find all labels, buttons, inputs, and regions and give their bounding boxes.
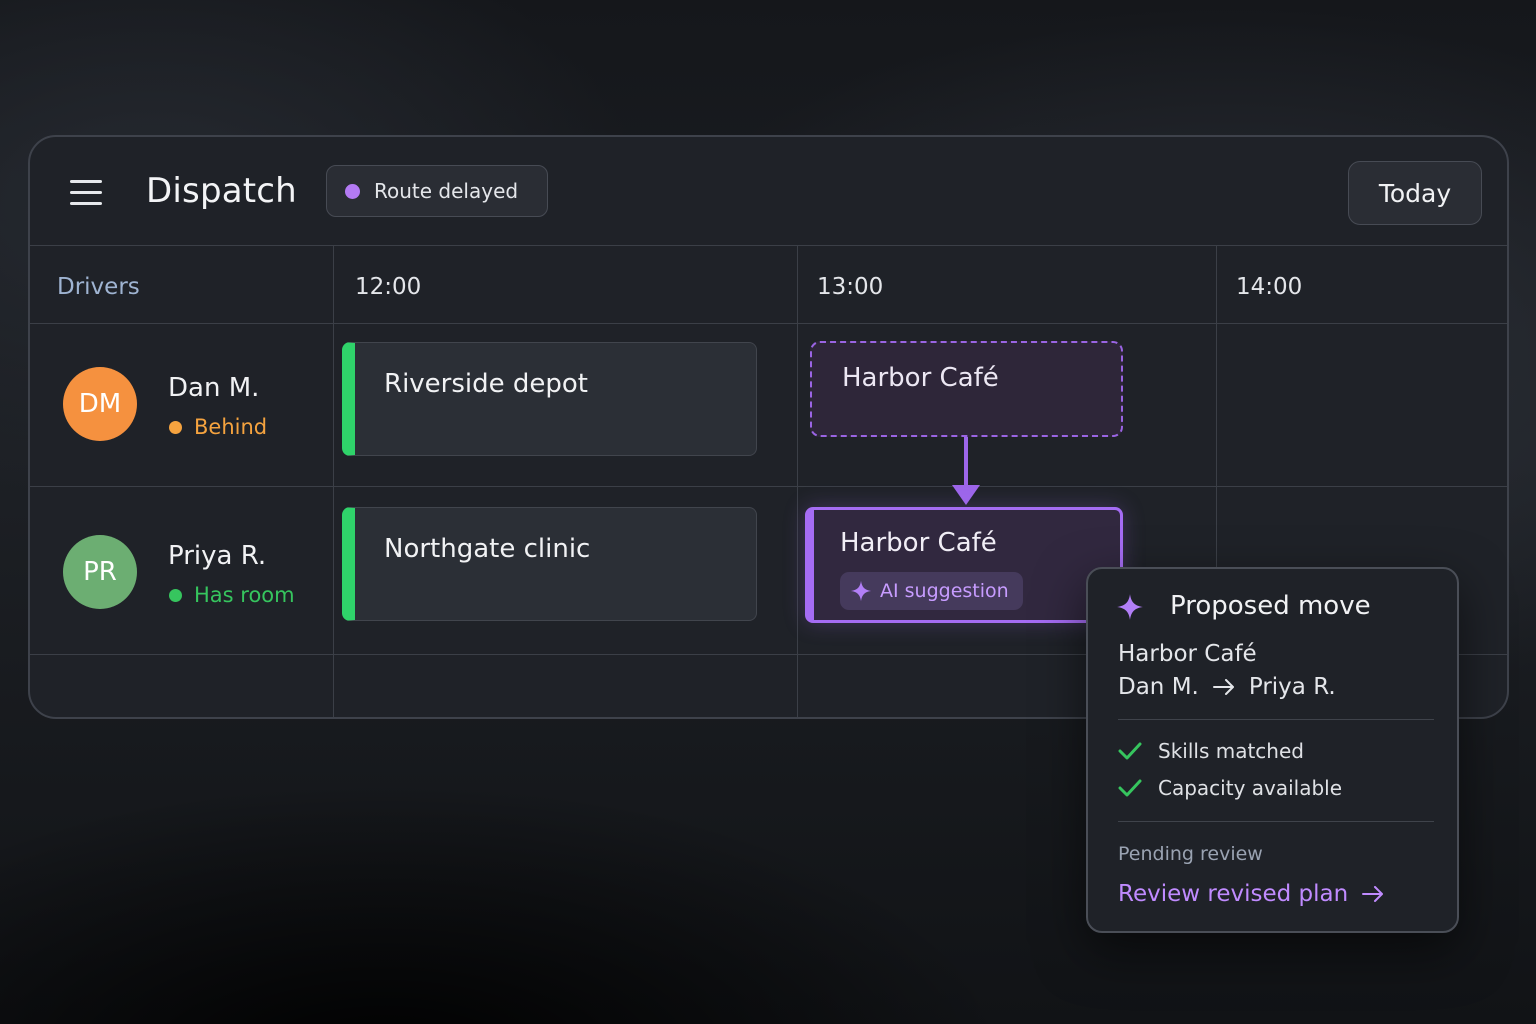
status-dot-icon (345, 183, 360, 199)
check-icon (1118, 779, 1142, 797)
arrow-right-icon (1362, 886, 1384, 902)
proposed-move-popover: Proposed move Harbor Café Dan M. Priya R… (1086, 567, 1459, 933)
ai-suggestion-badge: AI suggestion (840, 572, 1023, 610)
grid-line (333, 245, 334, 717)
column-header-time: 14:00 (1236, 274, 1303, 300)
job-label: Northgate clinic (384, 534, 591, 564)
driver-status: Behind (169, 415, 267, 439)
page-title: Dispatch (146, 171, 297, 211)
popover-route: Dan M. Priya R. (1118, 674, 1336, 700)
status-chip-label: Route delayed (374, 179, 519, 203)
move-arrow (964, 437, 968, 489)
driver-name: Dan M. (168, 373, 260, 403)
grid-line (30, 245, 1507, 246)
column-header-drivers: Drivers (57, 274, 140, 300)
column-header-time: 12:00 (355, 274, 422, 300)
grid-line (30, 323, 1507, 324)
arrow-down-icon (952, 485, 980, 505)
job-label: Harbor Café (840, 528, 997, 558)
pending-status: Pending review (1118, 843, 1263, 865)
grid-line (30, 486, 1507, 487)
job-label: Harbor Café (842, 363, 999, 393)
driver-status: Has room (169, 583, 295, 607)
status-dot-icon (169, 588, 182, 602)
driver-name: Priya R. (168, 541, 267, 571)
popover-title: Proposed move (1170, 591, 1371, 621)
avatar[interactable]: PR (63, 535, 137, 609)
job-card-suggested-harbor[interactable]: Harbor Café AI suggestion (805, 507, 1123, 623)
driver-status-label: Has room (194, 583, 295, 607)
driver-status-label: Behind (194, 415, 268, 439)
menu-icon[interactable] (70, 180, 102, 206)
sparkle-icon (1117, 594, 1143, 620)
divider (1118, 719, 1434, 720)
status-dot-icon (169, 420, 182, 434)
ai-suggestion-label: AI suggestion (880, 580, 1009, 602)
check-label: Capacity available (1158, 776, 1343, 800)
sparkle-icon (850, 580, 872, 602)
review-plan-link[interactable]: Review revised plan (1118, 881, 1384, 907)
check-icon (1118, 742, 1142, 760)
check-label: Skills matched (1158, 739, 1304, 763)
route-from: Dan M. (1118, 674, 1199, 700)
popover-job: Harbor Café (1118, 641, 1257, 667)
job-card-riverside[interactable]: Riverside depot (342, 342, 757, 456)
route-to: Priya R. (1248, 674, 1336, 700)
check-item: Skills matched (1118, 739, 1304, 763)
job-card-ghost-harbor[interactable]: Harbor Café (810, 341, 1123, 437)
grid-line (797, 245, 798, 717)
avatar[interactable]: DM (63, 367, 137, 441)
column-header-time: 13:00 (817, 274, 884, 300)
job-card-northgate[interactable]: Northgate clinic (342, 507, 757, 621)
review-link-label: Review revised plan (1118, 881, 1349, 907)
job-label: Riverside depot (384, 369, 589, 399)
divider (1118, 821, 1434, 822)
arrow-right-icon (1212, 679, 1234, 695)
check-item: Capacity available (1118, 776, 1342, 800)
today-button[interactable]: Today (1348, 161, 1482, 225)
route-status-chip[interactable]: Route delayed (326, 165, 548, 217)
